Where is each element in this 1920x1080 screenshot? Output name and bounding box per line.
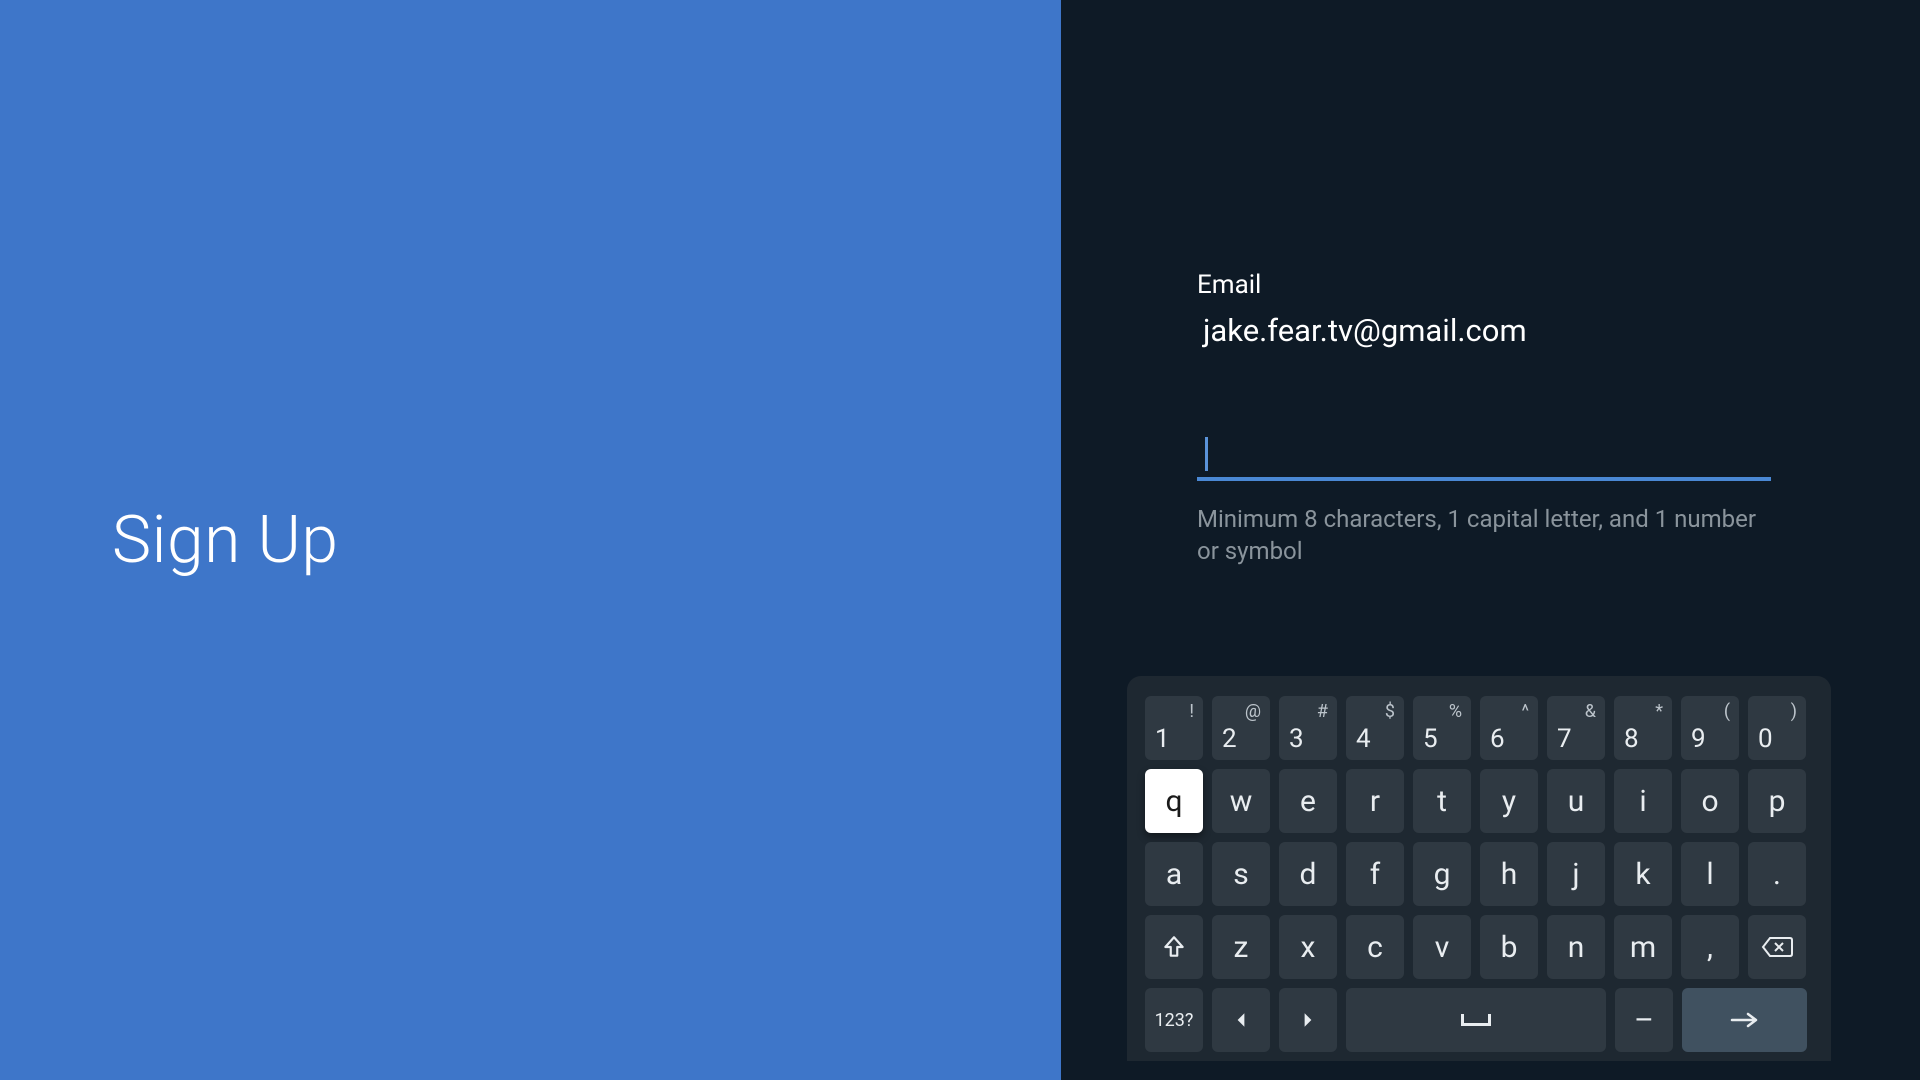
key-shift[interactable]	[1145, 915, 1203, 979]
key-w[interactable]: w	[1212, 769, 1270, 833]
email-value[interactable]: jake.fear.tv@gmail.com	[1203, 312, 1777, 349]
key-e[interactable]: e	[1279, 769, 1337, 833]
page-title: Sign Up	[112, 502, 338, 579]
password-input[interactable]	[1197, 431, 1771, 481]
key-3[interactable]: 3#	[1279, 696, 1337, 760]
key-0[interactable]: 0)	[1748, 696, 1806, 760]
key-d[interactable]: d	[1279, 842, 1337, 906]
key-p[interactable]: p	[1748, 769, 1806, 833]
key-h[interactable]: h	[1480, 842, 1538, 906]
key-a[interactable]: a	[1145, 842, 1203, 906]
key-8[interactable]: 8*	[1614, 696, 1672, 760]
key-1[interactable]: 1!	[1145, 696, 1203, 760]
key-mode-switch[interactable]: 123?	[1145, 988, 1203, 1052]
key-r[interactable]: r	[1346, 769, 1404, 833]
email-label: Email	[1197, 270, 1777, 300]
keyboard-row-2: qwertyuiop	[1145, 769, 1813, 833]
key-v[interactable]: v	[1413, 915, 1471, 979]
arrow-right-icon	[1301, 1011, 1315, 1029]
key-space[interactable]	[1346, 988, 1606, 1052]
arrow-left-icon	[1234, 1011, 1248, 1029]
key-6[interactable]: 6^	[1480, 696, 1538, 760]
key-k[interactable]: k	[1614, 842, 1672, 906]
left-panel: Sign Up	[0, 0, 1061, 1080]
key-c[interactable]: c	[1346, 915, 1404, 979]
key-f[interactable]: f	[1346, 842, 1404, 906]
keyboard-row-4: zxcvbnm,	[1145, 915, 1813, 979]
key-4[interactable]: 4$	[1346, 696, 1404, 760]
key-s[interactable]: s	[1212, 842, 1270, 906]
key-9[interactable]: 9(	[1681, 696, 1739, 760]
key-comma[interactable]: ,	[1681, 915, 1739, 979]
password-hint: Minimum 8 characters, 1 capital letter, …	[1197, 503, 1757, 568]
key-n[interactable]: n	[1547, 915, 1605, 979]
key-x[interactable]: x	[1279, 915, 1337, 979]
keyboard-row-5: 123? –	[1145, 988, 1813, 1052]
key-period[interactable]: .	[1748, 842, 1806, 906]
key-z[interactable]: z	[1212, 915, 1270, 979]
backspace-icon	[1761, 935, 1793, 959]
keyboard-row-3: asdfghjkl.	[1145, 842, 1813, 906]
key-arrow-left[interactable]	[1212, 988, 1270, 1052]
key-5[interactable]: 5%	[1413, 696, 1471, 760]
arrow-enter-icon	[1730, 1011, 1760, 1029]
signup-form: Email jake.fear.tv@gmail.com Minimum 8 c…	[1197, 270, 1777, 568]
keyboard-row-numbers: 1!2@3#4$5%6^7&8*9(0)	[1145, 696, 1813, 760]
key-l[interactable]: l	[1681, 842, 1739, 906]
key-j[interactable]: j	[1547, 842, 1605, 906]
key-u[interactable]: u	[1547, 769, 1605, 833]
shift-icon	[1161, 934, 1187, 960]
key-enter[interactable]	[1682, 988, 1807, 1052]
key-m[interactable]: m	[1614, 915, 1672, 979]
key-y[interactable]: y	[1480, 769, 1538, 833]
key-i[interactable]: i	[1614, 769, 1672, 833]
key-g[interactable]: g	[1413, 842, 1471, 906]
key-b[interactable]: b	[1480, 915, 1538, 979]
key-7[interactable]: 7&	[1547, 696, 1605, 760]
key-arrow-right[interactable]	[1279, 988, 1337, 1052]
onscreen-keyboard: 1!2@3#4$5%6^7&8*9(0) qwertyuiop asdfghjk…	[1127, 676, 1831, 1061]
key-dash[interactable]: –	[1615, 988, 1673, 1052]
key-t[interactable]: t	[1413, 769, 1471, 833]
key-q[interactable]: q	[1145, 769, 1203, 833]
key-o[interactable]: o	[1681, 769, 1739, 833]
space-icon	[1461, 1014, 1491, 1026]
text-cursor	[1205, 437, 1208, 471]
key-backspace[interactable]	[1748, 915, 1806, 979]
key-2[interactable]: 2@	[1212, 696, 1270, 760]
